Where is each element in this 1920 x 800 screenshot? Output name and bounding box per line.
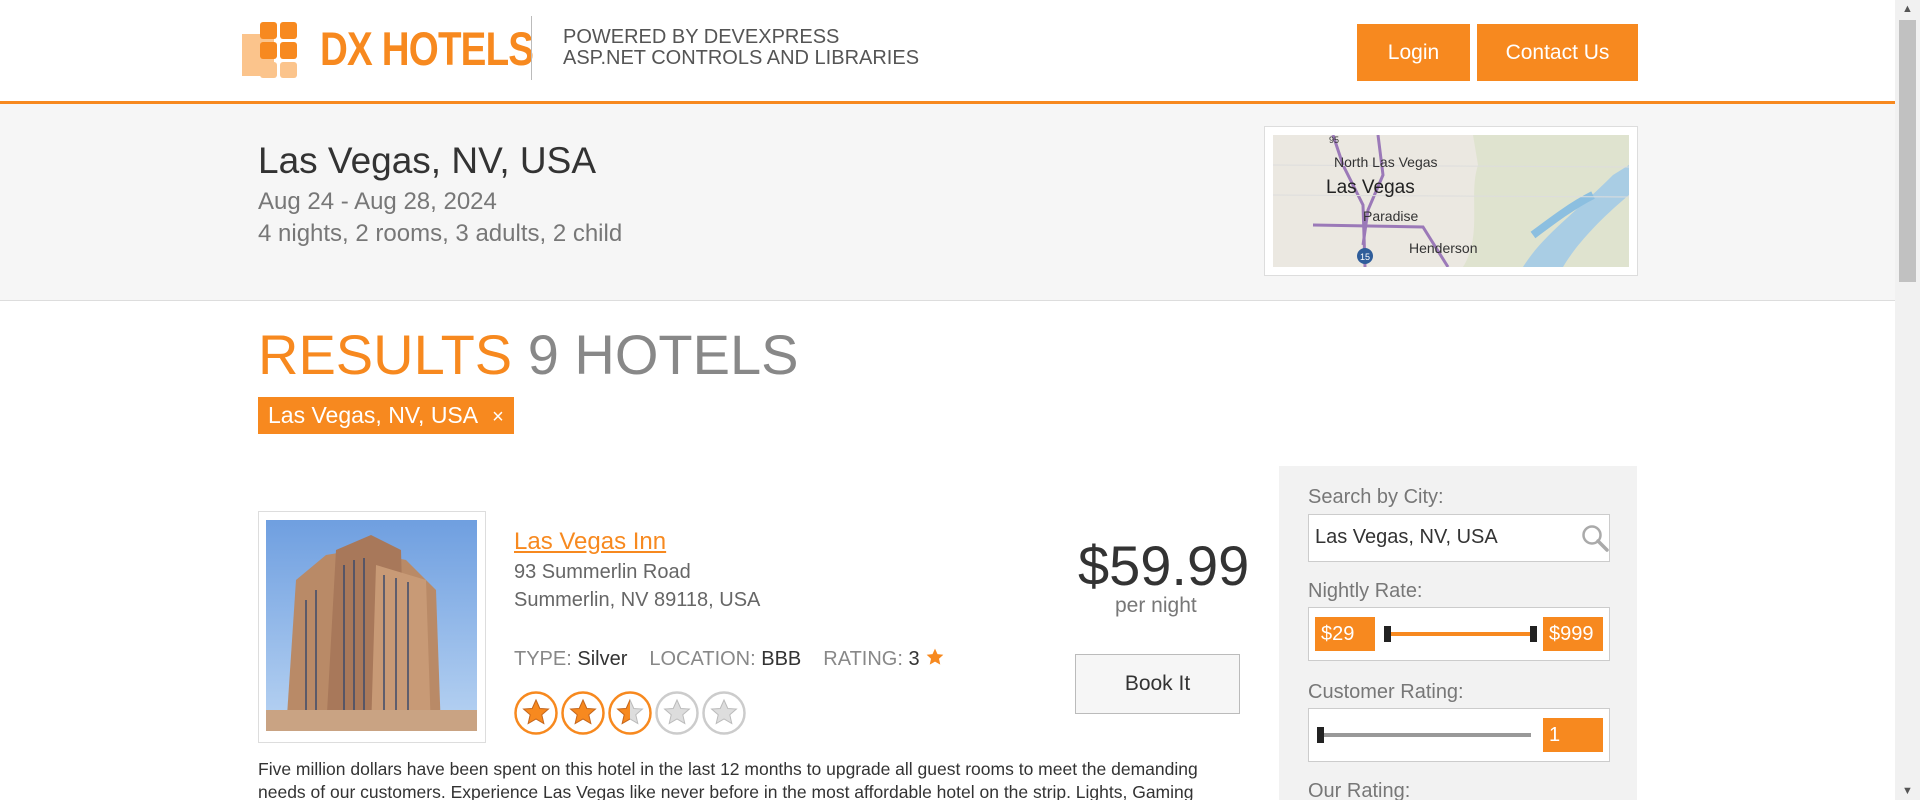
filter-tag-remove-icon[interactable]: × bbox=[492, 406, 504, 428]
hotel-address-line-1: 93 Summerlin Road bbox=[514, 561, 691, 583]
hotel-price: $59.99 bbox=[1078, 534, 1250, 597]
customer-rating-value[interactable]: 1 bbox=[1543, 718, 1603, 752]
results-heading: RESULTS 9 HOTELS bbox=[258, 322, 798, 387]
scroll-thumb[interactable] bbox=[1899, 20, 1916, 282]
rate-min-value[interactable]: $29 bbox=[1315, 617, 1375, 651]
search-guests: 4 nights, 2 rooms, 3 adults, 2 child bbox=[258, 220, 623, 247]
star-empty-icon bbox=[702, 691, 746, 735]
powered-by: POWERED BY DEVEXPRESS ASP.NET CONTROLS A… bbox=[563, 27, 919, 69]
logo-divider bbox=[531, 16, 532, 80]
hotel-description: Five million dollars have been spent on … bbox=[258, 759, 1198, 800]
powered-line-2: ASP.NET CONTROLS AND LIBRARIES bbox=[563, 47, 920, 69]
hotel-name-link[interactable]: Las Vegas Inn bbox=[514, 528, 666, 556]
book-it-button[interactable]: Book It bbox=[1075, 654, 1240, 714]
logo-mark-icon bbox=[242, 22, 297, 78]
map-label-north-las-vegas: North Las Vegas bbox=[1334, 154, 1438, 170]
map-graphic: 95 North Las Vegas Las Vegas Paradise He… bbox=[1273, 135, 1629, 267]
rate-min-handle[interactable] bbox=[1384, 626, 1391, 642]
location-label: LOCATION: bbox=[649, 648, 756, 670]
results-count: 9 HOTELS bbox=[527, 323, 799, 386]
nightly-rate-slider: $29 $999 bbox=[1308, 607, 1610, 661]
map-image[interactable]: 95 North Las Vegas Las Vegas Paradise He… bbox=[1273, 135, 1629, 267]
hotel-building-image bbox=[266, 520, 477, 731]
customer-rating-track[interactable] bbox=[1319, 733, 1531, 737]
city-search-input[interactable] bbox=[1309, 515, 1571, 559]
rate-max-value[interactable]: $999 bbox=[1543, 617, 1603, 651]
per-night-label: per night bbox=[1115, 594, 1197, 617]
location-value: BBB bbox=[761, 648, 802, 670]
city-search-box bbox=[1308, 514, 1610, 562]
logo-text: DX HOTELS bbox=[320, 22, 534, 75]
login-button[interactable]: Login bbox=[1357, 24, 1470, 81]
star-filled-icon bbox=[514, 691, 558, 735]
customer-rating-label: Customer Rating: bbox=[1308, 681, 1464, 703]
results-label: RESULTS bbox=[258, 323, 513, 386]
map-label-las-vegas: Las Vegas bbox=[1326, 177, 1415, 198]
map-label-15: 15 bbox=[1360, 252, 1370, 262]
customer-rating-handle[interactable] bbox=[1317, 727, 1324, 743]
page-scrollbar[interactable]: ▲ ▼ bbox=[1895, 0, 1920, 800]
hotel-photo-frame bbox=[258, 511, 486, 743]
star-filled-icon bbox=[561, 691, 605, 735]
search-summary: Las Vegas, NV, USA Aug 24 - Aug 28, 2024… bbox=[0, 104, 1895, 301]
search-dates: Aug 24 - Aug 28, 2024 bbox=[258, 188, 497, 215]
scroll-up-arrow-icon[interactable]: ▲ bbox=[1895, 0, 1920, 18]
filter-tag-label: Las Vegas, NV, USA bbox=[268, 402, 479, 428]
map-label-henderson: Henderson bbox=[1409, 240, 1478, 256]
type-label: TYPE: bbox=[514, 648, 572, 670]
powered-line-1: POWERED BY DEVEXPRESS bbox=[563, 26, 840, 48]
map-label-paradise: Paradise bbox=[1363, 208, 1418, 224]
rating-label: RATING: bbox=[823, 648, 903, 670]
search-city-label: Search by City: bbox=[1308, 486, 1444, 508]
map-label-95: 95 bbox=[1329, 135, 1339, 145]
contact-us-button[interactable]: Contact Us bbox=[1477, 24, 1638, 81]
nightly-rate-label: Nightly Rate: bbox=[1308, 580, 1423, 602]
search-icon[interactable] bbox=[1580, 523, 1610, 553]
rate-max-handle[interactable] bbox=[1530, 626, 1537, 642]
scroll-down-arrow-icon[interactable]: ▼ bbox=[1895, 782, 1920, 800]
hotel-meta: TYPE: Silver LOCATION: BBB RATING: 3 bbox=[514, 647, 945, 671]
our-rating-label: Our Rating: bbox=[1308, 780, 1411, 800]
star-empty-icon bbox=[655, 691, 699, 735]
header: DX HOTELS POWERED BY DEVEXPRESS ASP.NET … bbox=[0, 0, 1895, 104]
hotel-address-line-2: Summerlin, NV 89118, USA bbox=[514, 589, 761, 611]
star-rating bbox=[514, 691, 746, 735]
filter-tag: Las Vegas, NV, USA × bbox=[258, 397, 514, 434]
map-thumbnail[interactable]: 95 North Las Vegas Las Vegas Paradise He… bbox=[1264, 126, 1638, 276]
type-value: Silver bbox=[577, 648, 628, 670]
rating-value: 3 bbox=[908, 648, 920, 670]
filter-panel: Search by City: Nightly Rate: $29 $999 C… bbox=[1279, 466, 1637, 800]
rate-slider-track[interactable] bbox=[1387, 632, 1533, 636]
search-city-title: Las Vegas, NV, USA bbox=[258, 140, 597, 181]
rating-star-icon bbox=[926, 648, 944, 665]
star-half-icon bbox=[608, 691, 652, 735]
hotel-photo[interactable] bbox=[266, 520, 477, 731]
customer-rating-slider: 1 bbox=[1308, 708, 1610, 762]
